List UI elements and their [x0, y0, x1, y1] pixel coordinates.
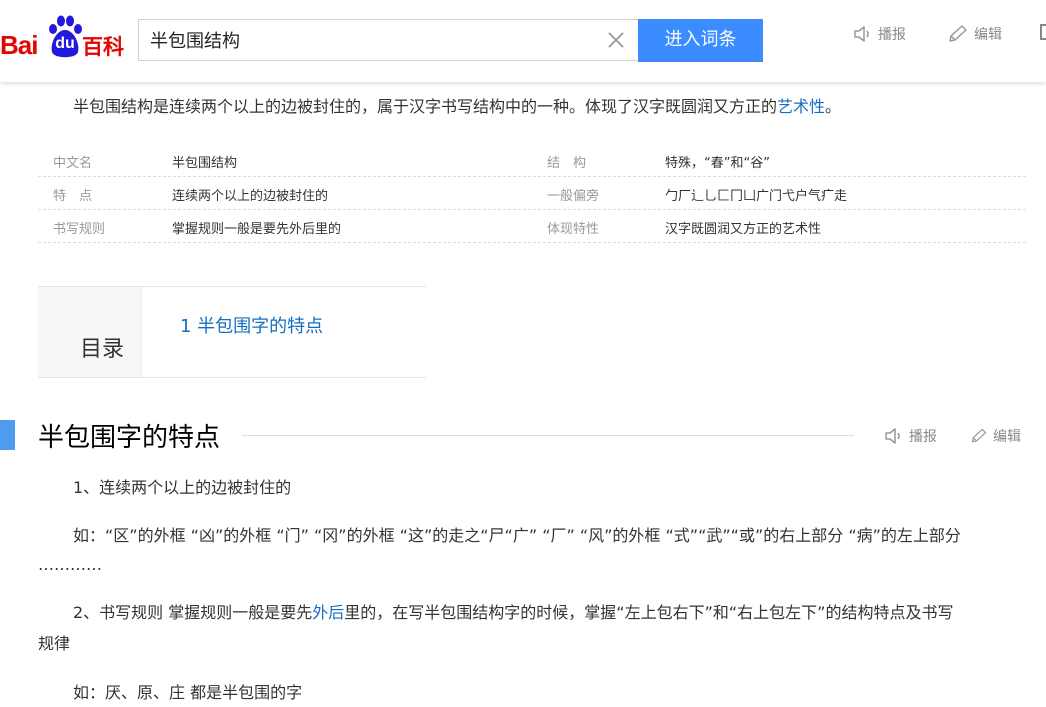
section-broadcast-button[interactable]: 播报 — [884, 426, 937, 446]
partial-icon[interactable] — [1040, 24, 1046, 40]
catalog-title-panel: 目录 — [38, 287, 142, 377]
search-input[interactable] — [139, 20, 589, 60]
basic-info-table: 中文名 半包围结构 结 构 特殊，“春”和“谷” 特 点 连续两个以上的边被封住… — [38, 144, 1026, 243]
basic-info-row: 中文名 半包围结构 结 构 特殊，“春”和“谷” — [38, 144, 1026, 177]
edit-label: 编辑 — [974, 27, 1002, 43]
lemma-summary: 半包围结构是连续两个以上的边被封住的，属于汉字书写结构中的一种。体现了汉字既圆润… — [73, 93, 841, 117]
basic-info-row: 特 点 连续两个以上的边被封住的 一般偏旁 勹厂辶乚匚冂凵广门弋户气疒走 — [38, 177, 1026, 210]
info-key: 特 点 — [53, 189, 93, 204]
section-broadcast-label: 播报 — [909, 429, 937, 445]
info-value: 半包围结构 — [172, 156, 238, 171]
pencil-icon — [971, 428, 987, 443]
info-value: 勹厂辶乚匚冂凵广门弋户气疒走 — [665, 189, 848, 204]
info-key: 书写规则 — [53, 222, 106, 237]
top-header: Bai du 百科 进入词条 播报 编辑 — [0, 0, 1046, 82]
summary-end: 。 — [825, 97, 842, 116]
section-marker — [0, 420, 15, 450]
paragraph-2: 如：“区”的外框 “凶”的外框 “门” “冈”的外框 “这”的走之“尸“广” “… — [73, 526, 961, 545]
info-value: 汉字既圆润又方正的艺术性 — [665, 222, 822, 237]
broadcast-label: 播报 — [878, 27, 906, 43]
paragraph-3-link[interactable]: 外后 — [312, 603, 344, 622]
paragraph-3-text-b: 里的，在写半包围结构字的时候，掌握“左上包右下”和“右上包左下”的结构特点及书写 — [344, 603, 954, 622]
info-value: 连续两个以上的边被封住的 — [172, 189, 329, 204]
catalog-box: 目录 1 半包围字的特点 — [38, 286, 426, 378]
paragraph-3-text-a: 2、书写规则 掌握规则一般是要先 — [73, 603, 313, 622]
search-box — [138, 19, 638, 61]
info-value: 掌握规则一般是要先外后里的 — [172, 222, 342, 237]
section-title: 半包围字的特点 — [38, 423, 221, 453]
enter-entry-button[interactable]: 进入词条 — [638, 19, 763, 62]
info-key: 一般偏旁 — [547, 189, 600, 204]
paragraph-3: 2、书写规则 掌握规则一般是要先外后里的，在写半包围结构字的时候，掌握“左上包右… — [73, 599, 953, 623]
paragraph-1: 1、连续两个以上的边被封住的 — [73, 478, 292, 497]
section-edit-label: 编辑 — [993, 429, 1021, 445]
speaker-icon — [885, 428, 900, 444]
catalog-title: 目录 — [80, 337, 125, 362]
info-key: 结 构 — [547, 156, 587, 171]
logo-du-text: du — [55, 35, 75, 52]
broadcast-button[interactable]: 播报 — [853, 24, 906, 44]
info-value: 特殊，“春”和“谷” — [665, 156, 770, 171]
edit-button[interactable]: 编辑 — [947, 24, 1002, 44]
paragraph-3-continued: 规律 — [38, 634, 71, 653]
info-key: 体现特性 — [547, 222, 600, 237]
pencil-icon — [949, 25, 967, 42]
logo-baike-text: 百科 — [82, 35, 124, 59]
speaker-icon — [854, 26, 869, 42]
catalog-item-1[interactable]: 1 半包围字的特点 — [180, 312, 323, 338]
logo-bai-text: Bai — [0, 30, 38, 60]
paragraph-2-ellipsis: ………… — [38, 555, 102, 574]
baidu-baike-logo[interactable]: Bai du 百科 — [0, 14, 132, 64]
summary-link-art[interactable]: 艺术性 — [777, 97, 825, 116]
section-edit-button[interactable]: 编辑 — [970, 426, 1021, 446]
info-key: 中文名 — [53, 156, 93, 171]
basic-info-row: 书写规则 掌握规则一般是要先外后里的 体现特性 汉字既圆润又方正的艺术性 — [38, 210, 1026, 243]
section-divider — [242, 435, 854, 436]
clear-icon[interactable] — [606, 30, 626, 50]
paragraph-4: 如：厌、原、庄 都是半包围的字 — [73, 683, 303, 702]
summary-text: 半包围结构是连续两个以上的边被封住的，属于汉字书写结构中的一种。体现了汉字既圆润… — [73, 97, 778, 116]
